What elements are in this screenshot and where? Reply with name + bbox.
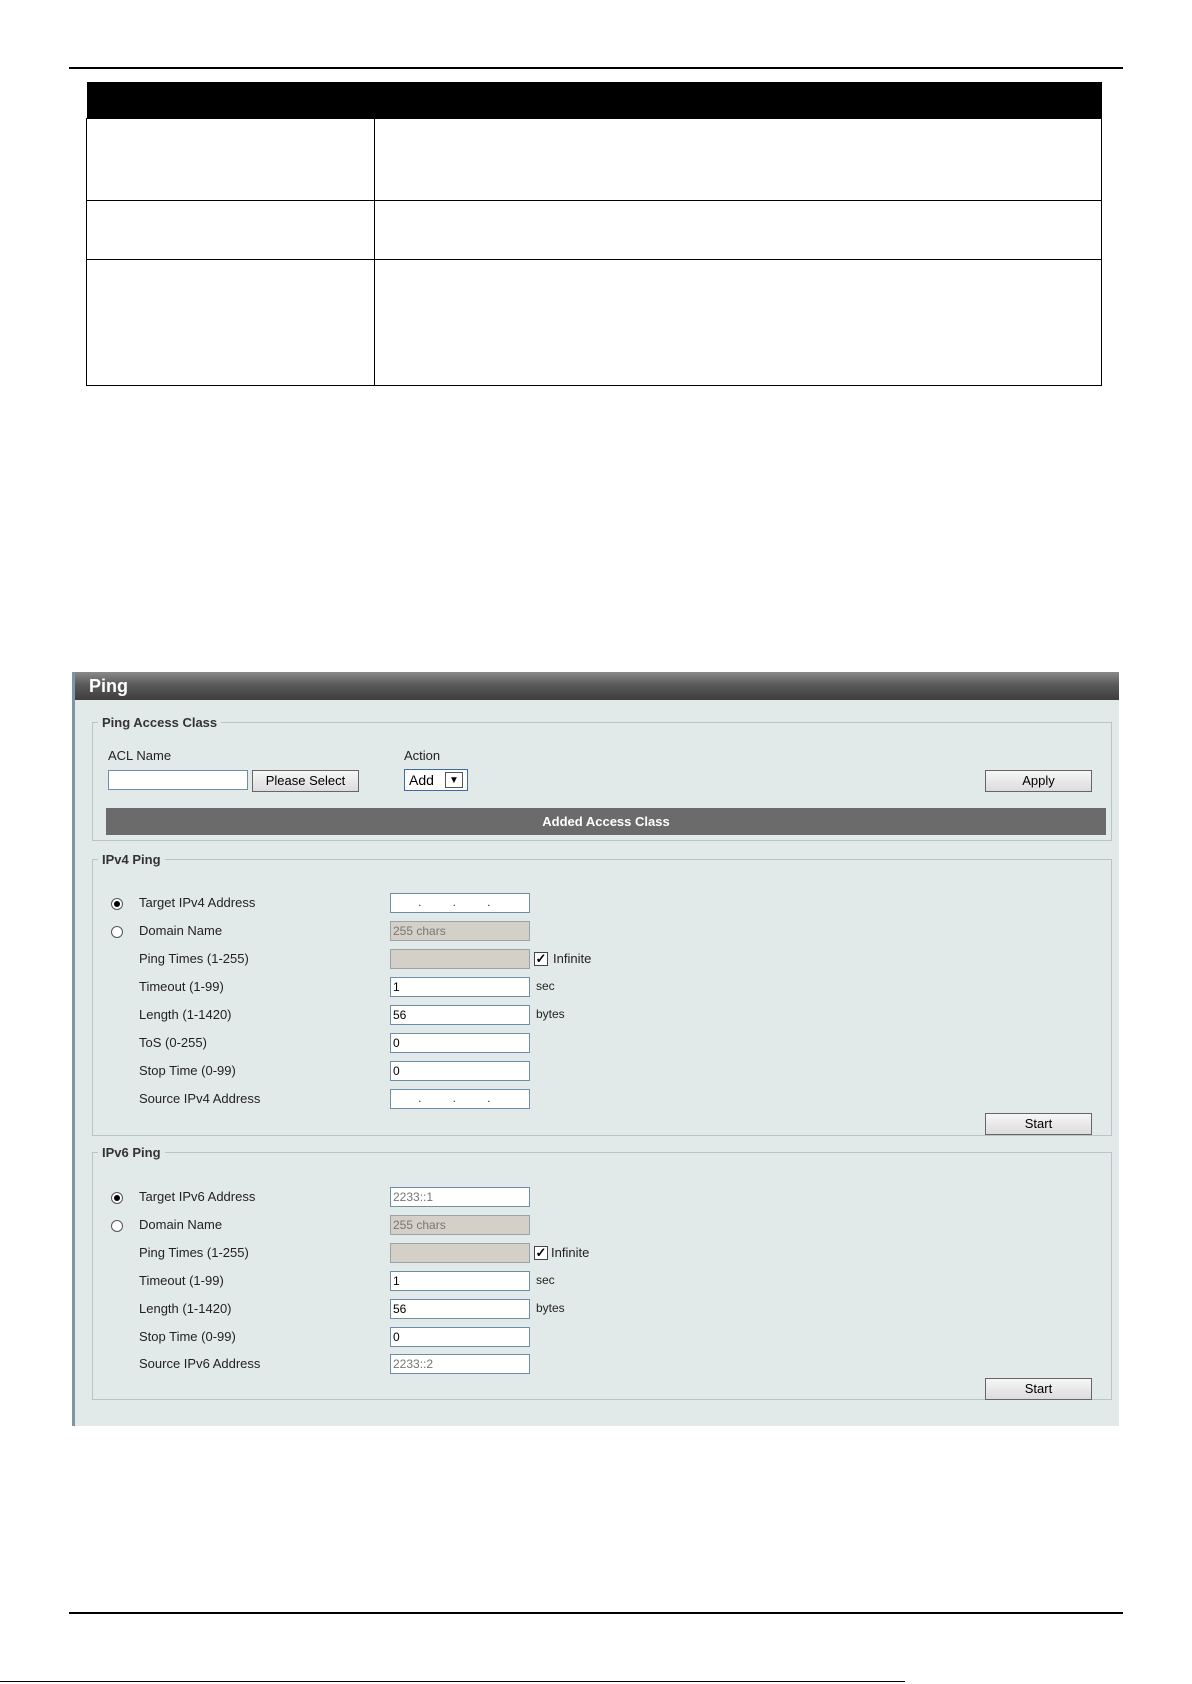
ipv6-target-input[interactable] <box>390 1187 530 1207</box>
table-header-cell <box>374 82 1102 119</box>
ipv4-source-label: Source IPv4 Address <box>139 1091 261 1106</box>
ipv6-domain-label: Domain Name <box>139 1217 223 1232</box>
ipv6-times-input[interactable] <box>390 1243 530 1263</box>
table-row <box>86 200 1102 260</box>
ip-octet-separator: . <box>452 1091 456 1105</box>
ipv6-source-input[interactable] <box>390 1354 530 1374</box>
ip-octet-separator: . <box>487 895 491 909</box>
ip-octet-separator: . <box>487 1091 491 1105</box>
ipv4-start-button[interactable]: Start <box>985 1113 1092 1135</box>
table-cell <box>86 200 375 260</box>
table-cell <box>86 259 375 386</box>
ipv4-target-radio[interactable] <box>111 898 123 910</box>
acl-name-label: ACL Name <box>108 748 172 763</box>
ipv4-domain-radio[interactable] <box>111 926 123 938</box>
table-row <box>86 118 1102 201</box>
checkmark-icon: ✓ <box>535 951 547 966</box>
ipv6-timeout-input[interactable] <box>390 1271 530 1291</box>
ipv4-length-label: Length (1-1420) <box>139 1007 232 1022</box>
ipv4-source-input[interactable]: ... <box>390 1089 530 1109</box>
ipv6-target-label: Target IPv6 Address <box>139 1189 256 1204</box>
ipv6-source-label: Source IPv6 Address <box>139 1356 261 1371</box>
ping-panel: Ping Ping Access Class ACL Name Please S… <box>72 672 1119 1426</box>
ipv6-domain-radio[interactable] <box>111 1220 123 1232</box>
ipv6-times-label: Ping Times (1-255) <box>139 1245 249 1260</box>
ipv4-timeout-input[interactable] <box>390 977 530 997</box>
ipv4-infinite-checkbox[interactable]: ✓ <box>534 952 548 966</box>
ipv4-domain-label: Domain Name <box>139 923 223 938</box>
ipv6-length-label: Length (1-1420) <box>139 1301 232 1316</box>
acl-name-input[interactable] <box>108 770 248 790</box>
table-cell <box>86 118 375 201</box>
table-cell <box>374 200 1102 260</box>
action-select[interactable]: Add ▼ <box>404 769 468 791</box>
table-cell <box>374 259 1102 386</box>
ipv6-target-radio[interactable] <box>111 1192 123 1204</box>
panel-title: Ping <box>75 672 1119 700</box>
ipv4-timeout-unit: sec <box>536 979 555 993</box>
ipv6-infinite-checkbox[interactable]: ✓ <box>534 1246 548 1260</box>
ipv4-length-unit: bytes <box>536 1007 565 1021</box>
ip-octet-separator: . <box>418 895 422 909</box>
table-row <box>86 259 1102 386</box>
ipv4-timeout-label: Timeout (1-99) <box>139 979 224 994</box>
group-legend: IPv4 Ping <box>102 852 161 867</box>
ipv4-times-label: Ping Times (1-255) <box>139 951 249 966</box>
ip-octet-separator: . <box>418 1091 422 1105</box>
ipv6-stop-time-input[interactable] <box>390 1327 530 1347</box>
parameter-table <box>86 82 1102 386</box>
ipv6-start-button[interactable]: Start <box>985 1378 1092 1400</box>
header-rule <box>69 67 1123 69</box>
table-cell <box>374 118 1102 201</box>
chevron-down-icon: ▼ <box>445 772 463 788</box>
ipv4-target-label: Target IPv4 Address <box>139 895 256 910</box>
ipv6-infinite-label: Infinite <box>551 1245 590 1260</box>
table-header-cell <box>86 82 375 119</box>
ipv4-stop-time-label: Stop Time (0-99) <box>139 1063 236 1078</box>
ipv6-domain-input[interactable] <box>390 1215 530 1235</box>
action-select-value: Add <box>409 772 434 788</box>
ipv4-tos-input[interactable] <box>390 1033 530 1053</box>
added-access-class-header: Added Access Class <box>106 808 1106 835</box>
page-bottom-rule <box>0 1681 905 1682</box>
action-label: Action <box>404 748 441 763</box>
ipv6-length-unit: bytes <box>536 1301 565 1315</box>
ipv4-infinite-label: Infinite <box>553 951 592 966</box>
group-legend: IPv6 Ping <box>102 1145 161 1160</box>
ipv4-times-input[interactable] <box>390 949 530 969</box>
checkmark-icon: ✓ <box>535 1245 547 1260</box>
apply-button[interactable]: Apply <box>985 770 1092 792</box>
ipv6-length-input[interactable] <box>390 1299 530 1319</box>
ipv4-length-input[interactable] <box>390 1005 530 1025</box>
ip-octet-separator: . <box>452 895 456 909</box>
ipv4-tos-label: ToS (0-255) <box>139 1035 207 1050</box>
group-legend: Ping Access Class <box>102 715 218 730</box>
ipv4-stop-time-input[interactable] <box>390 1061 530 1081</box>
ipv6-timeout-unit: sec <box>536 1273 555 1287</box>
table-header-row <box>86 82 1102 119</box>
ipv6-stop-time-label: Stop Time (0-99) <box>139 1329 236 1344</box>
ipv4-target-input[interactable]: ... <box>390 893 530 913</box>
please-select-button[interactable]: Please Select <box>252 770 359 792</box>
footer-rule <box>69 1612 1123 1614</box>
ipv4-domain-input[interactable] <box>390 921 530 941</box>
ipv6-timeout-label: Timeout (1-99) <box>139 1273 224 1288</box>
